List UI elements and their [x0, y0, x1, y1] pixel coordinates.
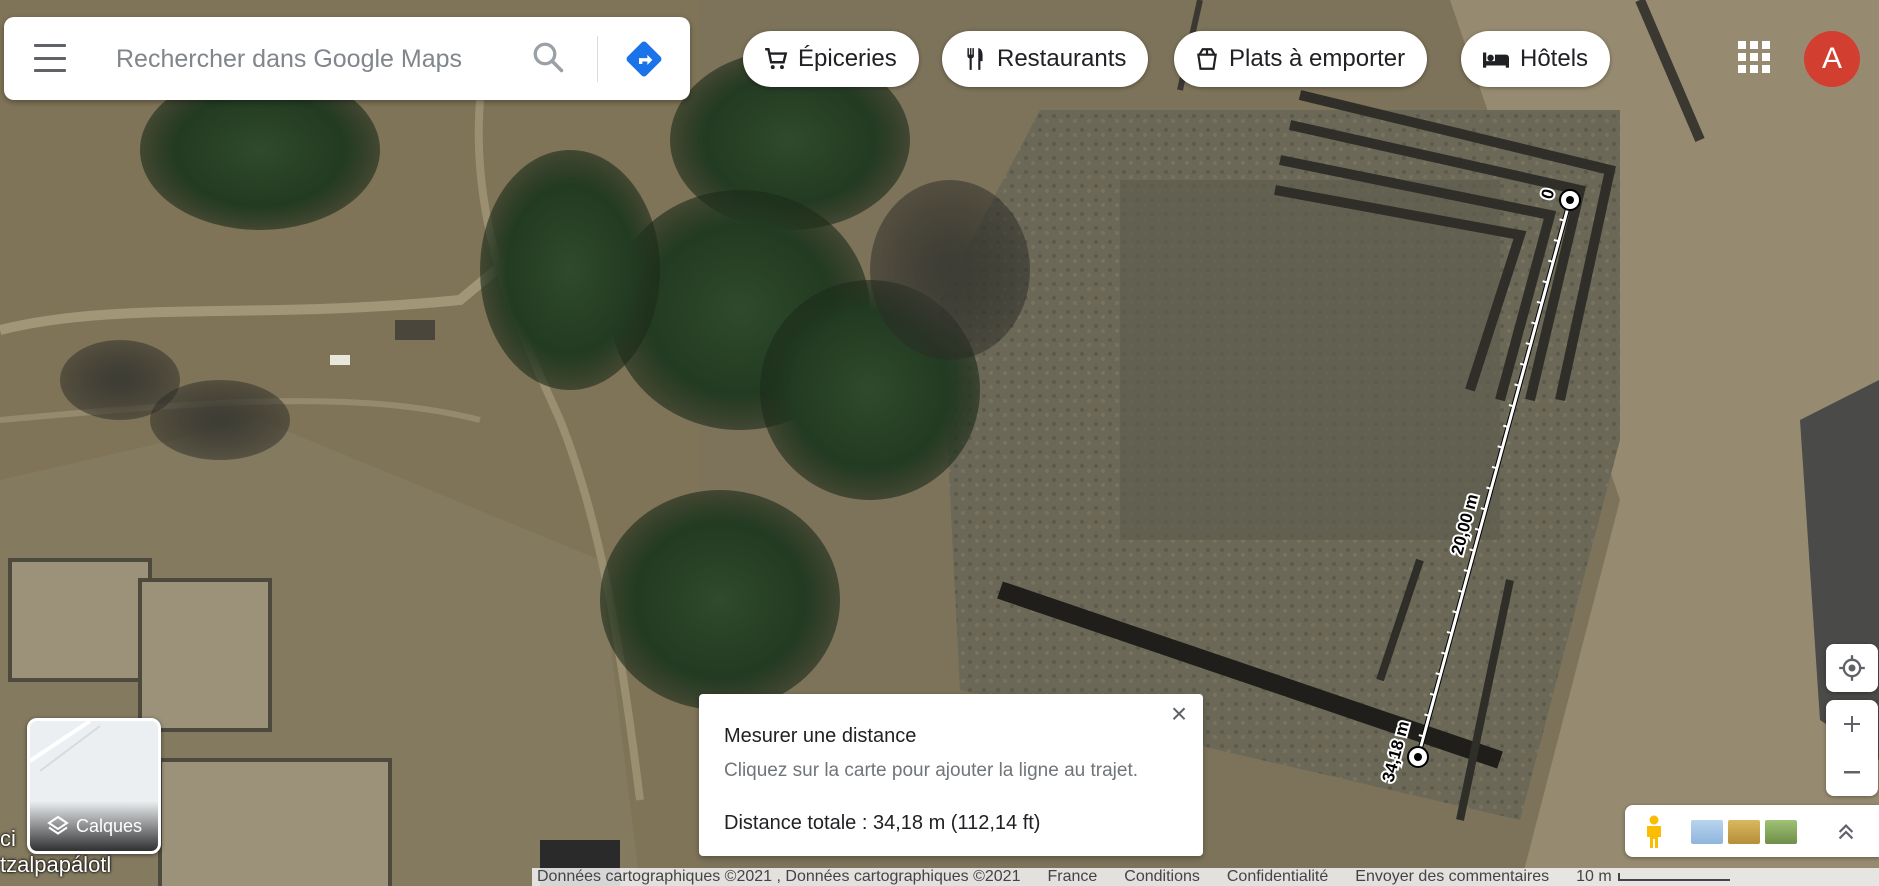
measure-tick: [1446, 630, 1453, 635]
shopping-cart-icon: [765, 48, 788, 70]
layers-button[interactable]: Calques: [27, 718, 161, 854]
measure-tick: [1469, 548, 1475, 552]
imagery-thumb-green[interactable]: [1765, 820, 1797, 844]
my-location-control: [1826, 644, 1878, 692]
chip-epiceries[interactable]: Épiceries: [743, 31, 919, 87]
google-apps-icon[interactable]: [1738, 41, 1770, 73]
footer-terms-link[interactable]: Conditions: [1124, 868, 1200, 886]
measure-start-dot: [1566, 196, 1574, 204]
measure-tick: [1553, 238, 1560, 243]
measure-tick: [1486, 486, 1492, 490]
menu-icon[interactable]: [34, 44, 66, 72]
plus-icon: [1844, 716, 1860, 732]
directions-icon[interactable]: [624, 39, 664, 79]
chip-label: Restaurants: [997, 45, 1127, 72]
measure-tick: [1559, 218, 1565, 222]
map-extras-strip: [1625, 805, 1879, 857]
measure-tick: [1508, 404, 1514, 408]
zoom-in-button[interactable]: [1826, 700, 1878, 748]
imagery-thumb-sky[interactable]: [1691, 820, 1723, 844]
measure-end-label: 34,18 m: [1379, 719, 1414, 784]
map-footer: Données cartographiques ©2021 , Données …: [532, 868, 1879, 886]
zoom-out-button[interactable]: [1826, 748, 1878, 796]
measure-tick: [1531, 321, 1537, 325]
layers-icon: [47, 815, 69, 835]
measure-tick: [1497, 445, 1503, 449]
measure-tick: [1548, 259, 1554, 263]
search-input[interactable]: [114, 38, 518, 80]
scale-label: 10 m: [1576, 868, 1612, 885]
measure-end-dot: [1414, 753, 1422, 761]
expand-up-icon[interactable]: [1835, 821, 1857, 843]
close-icon[interactable]: ×: [1163, 698, 1195, 730]
measure-start-label: 0: [1538, 187, 1559, 201]
scale-bar: [1617, 873, 1730, 881]
my-location-button[interactable]: [1826, 644, 1878, 692]
footer-data-credit: Données cartographiques ©2021 , Données …: [537, 868, 1021, 885]
chip-restaurants[interactable]: Restaurants: [942, 31, 1149, 87]
footer-feedback-link[interactable]: Envoyer des commentaires: [1355, 868, 1549, 886]
account-avatar[interactable]: A: [1804, 31, 1860, 87]
chip-label: Plats à emporter: [1229, 45, 1406, 72]
measure-tick: [1536, 300, 1543, 305]
measure-tick: [1542, 280, 1548, 284]
chip-label: Hôtels: [1520, 45, 1589, 72]
measure-tick: [1457, 589, 1464, 593]
measure-tick: [1502, 424, 1509, 428]
bed-icon: [1483, 52, 1509, 68]
measure-distance-card: Mesurer une distance Cliquez sur la cart…: [699, 694, 1203, 856]
measure-tick: [1480, 507, 1486, 511]
measure-tick: [1441, 651, 1447, 655]
pegman-icon[interactable]: [1643, 815, 1665, 849]
place-label: ci: [0, 826, 16, 851]
imagery-thumb-field[interactable]: [1728, 820, 1760, 844]
minus-icon: [1844, 771, 1860, 774]
measure-line: [1416, 199, 1572, 758]
chip-plats-a-emporter[interactable]: Plats à emporter: [1174, 31, 1428, 87]
footer-privacy-link[interactable]: Confidentialité: [1227, 868, 1328, 886]
measure-tick: [1474, 527, 1481, 532]
scale-control[interactable]: 10 m: [1576, 868, 1757, 886]
measure-hint: Cliquez sur la carte pour ajouter la lig…: [724, 760, 1139, 781]
measure-tick: [1491, 465, 1498, 470]
search-icon[interactable]: [530, 39, 566, 75]
chip-label: Épiceries: [798, 45, 897, 72]
search-box: [4, 17, 690, 100]
search-divider: [597, 36, 598, 82]
measure-tick: [1424, 713, 1430, 717]
measure-total-distance: Distance totale : 34,18 m (112,14 ft): [724, 812, 1041, 834]
crosshair-icon: [1839, 655, 1865, 681]
measure-tick: [1514, 383, 1520, 387]
measure-tick: [1519, 362, 1526, 367]
footer-country-link[interactable]: France: [1047, 868, 1097, 886]
measure-tick: [1429, 692, 1436, 697]
layers-label: Calques: [75, 815, 143, 836]
chip-hotels[interactable]: Hôtels: [1461, 31, 1611, 87]
zoom-control: [1826, 700, 1878, 796]
measure-title: Mesurer une distance: [724, 725, 917, 747]
measure-tick: [1525, 342, 1531, 346]
measure-tick: [1452, 610, 1458, 614]
place-label: tzalpapálotl: [0, 852, 112, 877]
takeout-icon: [1197, 48, 1217, 70]
layers-label-wrap: Calques: [30, 801, 158, 851]
measure-tick: [1463, 569, 1469, 573]
measure-tick: [1435, 672, 1441, 676]
measure-tick: [1418, 734, 1424, 738]
fork-knife-icon: [967, 48, 983, 70]
